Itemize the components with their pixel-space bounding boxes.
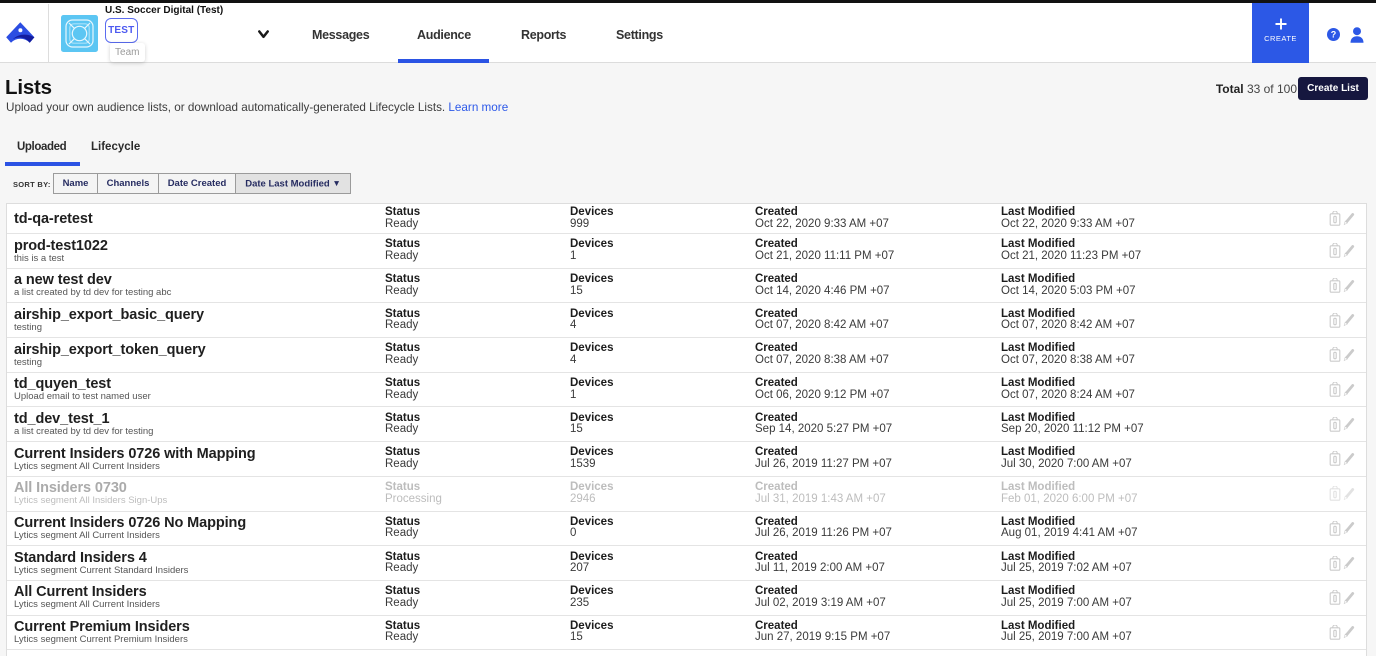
svg-text:?: ? <box>1331 30 1337 40</box>
